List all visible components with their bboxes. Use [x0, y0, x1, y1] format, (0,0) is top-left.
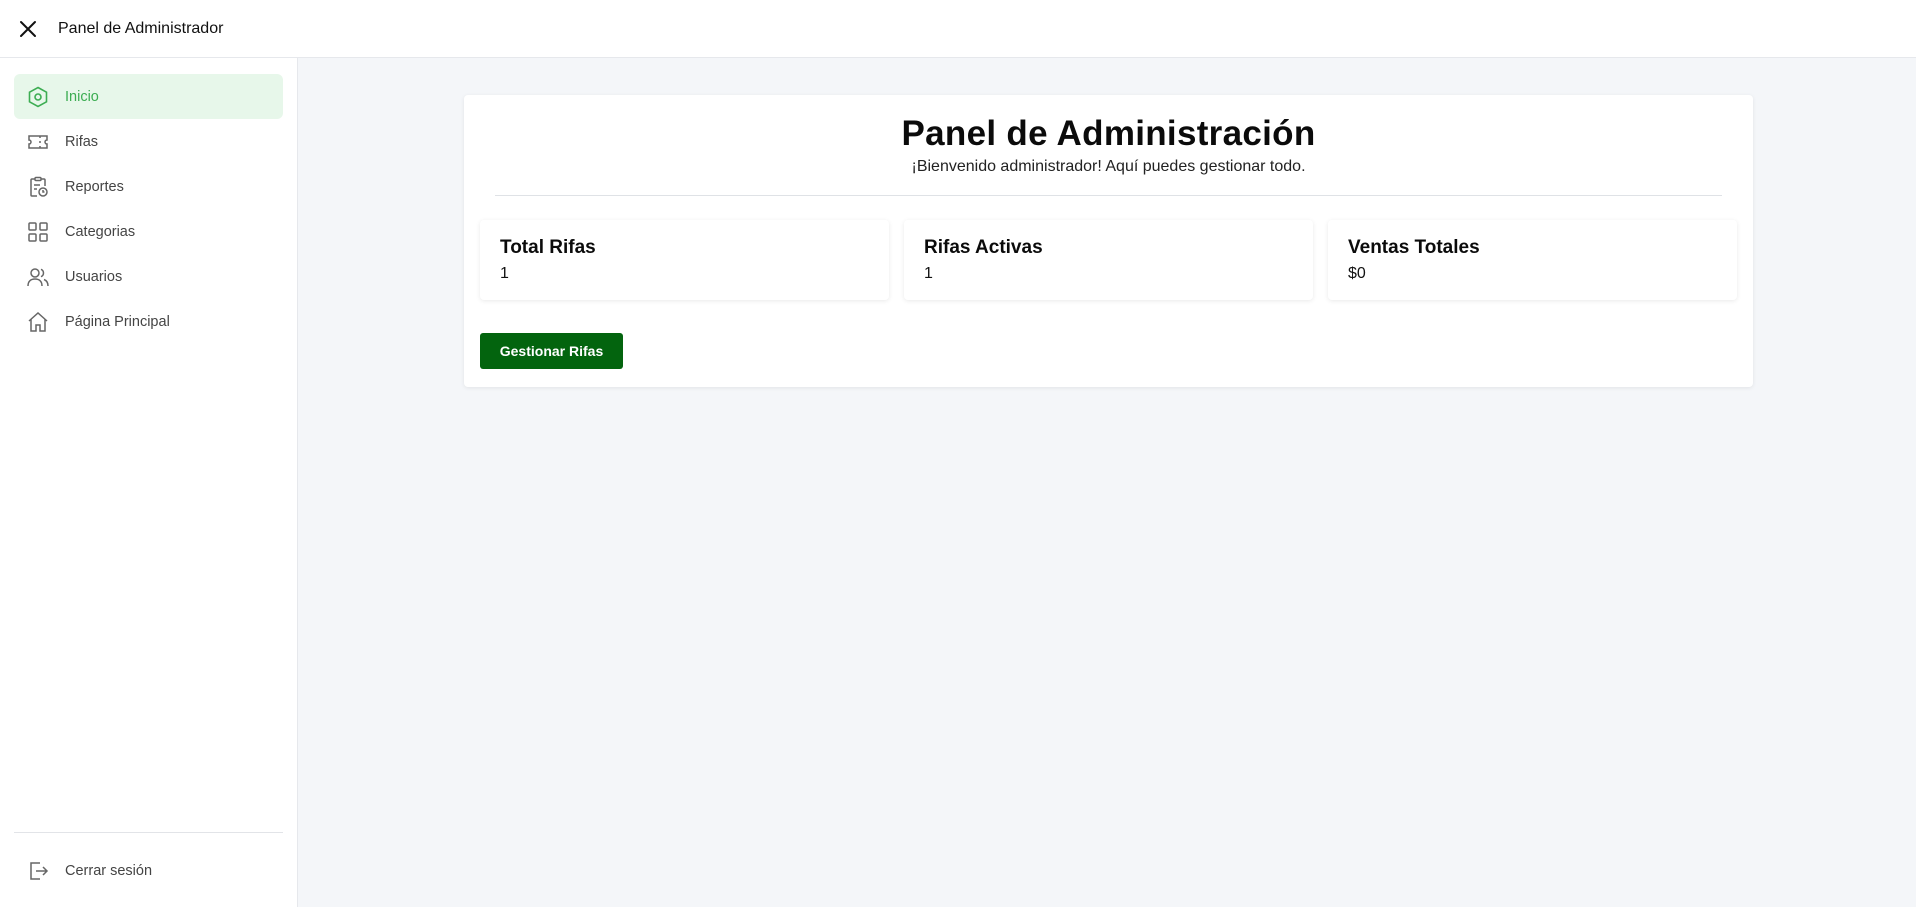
stat-card-rifas-activas: Rifas Activas 1 — [904, 220, 1313, 300]
users-icon — [26, 265, 50, 289]
sidebar-divider — [14, 832, 283, 833]
sidebar-item-label: Usuarios — [65, 268, 123, 285]
logout-icon — [26, 859, 50, 883]
clipboard-clock-icon — [26, 175, 50, 199]
sidebar-item-label: Reportes — [65, 178, 124, 195]
stat-label: Rifas Activas — [924, 237, 1043, 258]
sidebar-item-label: Página Principal — [65, 313, 170, 330]
close-button[interactable] — [14, 15, 42, 43]
page-title: Panel de Administración — [901, 114, 1316, 153]
manage-raffles-button[interactable]: Gestionar Rifas — [480, 333, 623, 369]
sidebar-nav: Inicio Rifas Reportes Categorias Usuario… — [0, 58, 297, 344]
sidebar-item-categorias[interactable]: Categorias — [14, 209, 283, 254]
home-icon — [26, 310, 50, 334]
stat-card-total-rifas: Total Rifas 1 — [480, 220, 889, 300]
sidebar-item-label: Inicio — [65, 88, 99, 105]
stat-card-ventas-totales: Ventas Totales $0 — [1328, 220, 1737, 300]
logout-button[interactable]: Cerrar sesión — [14, 851, 283, 891]
sidebar-item-label: Categorias — [65, 223, 136, 240]
sidebar-item-usuarios[interactable]: Usuarios — [14, 254, 283, 299]
grid-icon — [26, 220, 50, 244]
sidebar: Inicio Rifas Reportes Categorias Usuario… — [0, 58, 298, 907]
logout-label: Cerrar sesión — [65, 863, 153, 879]
stat-label: Total Rifas — [500, 237, 596, 258]
dashboard-card: Panel de Administración ¡Bienvenido admi… — [464, 95, 1753, 387]
top-bar: Panel de Administrador — [0, 0, 1916, 58]
title-divider — [495, 195, 1722, 196]
sidebar-item-reportes[interactable]: Reportes — [14, 164, 283, 209]
stat-value: 1 — [500, 265, 509, 282]
app-title: Panel de Administrador — [58, 19, 224, 37]
stats-row: Total Rifas 1 Rifas Activas 1 Ventas Tot… — [480, 220, 1737, 300]
close-icon — [20, 20, 36, 37]
sidebar-item-rifas[interactable]: Rifas — [14, 119, 283, 164]
sidebar-item-label: Rifas — [65, 133, 99, 150]
stat-label: Ventas Totales — [1348, 237, 1480, 258]
hexagon-icon — [26, 85, 50, 109]
stat-value: 1 — [924, 265, 933, 282]
page-subtitle: ¡Bienvenido administrador! Aquí puedes g… — [911, 158, 1306, 175]
ticket-icon — [26, 130, 50, 154]
stat-value: $0 — [1348, 265, 1366, 282]
main-content: Panel de Administración ¡Bienvenido admi… — [298, 58, 1916, 907]
sidebar-item-inicio[interactable]: Inicio — [14, 74, 283, 119]
sidebar-item-pagina-principal[interactable]: Página Principal — [14, 299, 283, 344]
